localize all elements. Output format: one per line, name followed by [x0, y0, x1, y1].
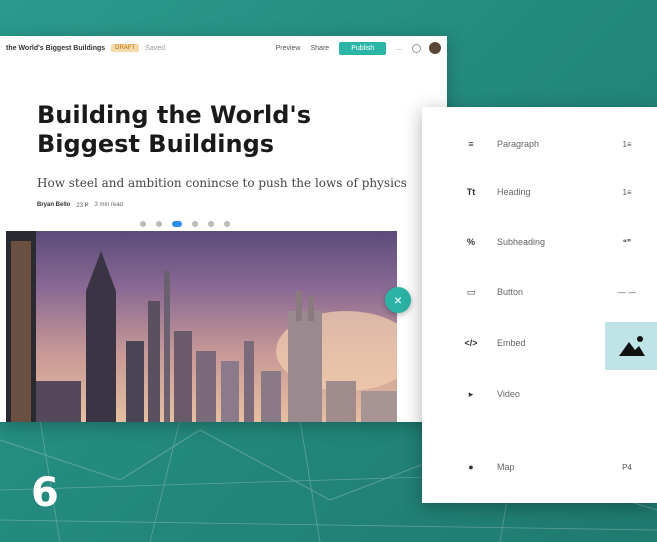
block-button[interactable]: ▭ Button — — — [422, 270, 657, 314]
more-menu[interactable]: ... — [396, 45, 402, 52]
block-label: Paragraph — [497, 139, 540, 149]
share-link[interactable]: Share — [311, 45, 330, 52]
step-number: 6 — [31, 470, 59, 516]
quote-icon[interactable]: ❝❞ — [617, 238, 637, 247]
divider-icon[interactable]: — — — [617, 288, 637, 297]
block-label: Subheading — [497, 237, 546, 247]
article-title[interactable]: Building the World's Biggest Buildings — [37, 101, 311, 159]
block-paragraph[interactable]: ≡ Paragraph 1≡ — [422, 122, 657, 166]
play-icon: ▸ — [468, 388, 474, 399]
block-map[interactable]: ● Map P4 — [422, 445, 657, 489]
status-badge: DRAFT — [111, 44, 140, 52]
map-pin-icon: ● — [468, 462, 474, 472]
avatar[interactable] — [429, 42, 441, 54]
byline-date: 23 ₽ — [76, 203, 89, 209]
block-embed[interactable]: </> Embed — [422, 321, 657, 365]
numbered-list-icon[interactable]: 1≡ — [617, 140, 637, 149]
crop-icon[interactable] — [208, 221, 214, 227]
align-center-icon[interactable] — [156, 221, 162, 227]
code-icon: </> — [464, 338, 478, 348]
list-icon[interactable]: 1≡ — [617, 188, 637, 197]
insert-block-panel: ≡ Paragraph 1≡ Tt Heading 1≡ % Subheadin… — [422, 107, 657, 503]
button-icon: ▭ — [466, 286, 476, 297]
block-video[interactable]: ▸ Video — [422, 372, 657, 416]
block-label: Embed — [497, 338, 526, 348]
p4-icon[interactable]: P4 — [617, 463, 637, 472]
close-button[interactable]: × — [385, 287, 411, 313]
skyline-illustration — [6, 231, 397, 422]
image-toolbar — [140, 221, 230, 227]
title-line-1: Building the World's — [37, 101, 312, 129]
align-full-icon[interactable] — [192, 221, 198, 227]
block-label: Video — [497, 389, 520, 399]
publish-button[interactable]: Publish — [339, 41, 387, 55]
block-label: Heading — [497, 187, 531, 197]
block-label: Button — [497, 287, 524, 297]
byline: Bryan Bello 23 ₽ 3 min read — [37, 202, 123, 209]
preview-link[interactable]: Preview — [276, 45, 301, 52]
paragraph-icon: ≡ — [468, 139, 474, 149]
delete-icon[interactable] — [224, 221, 230, 227]
subheading-icon: % — [466, 237, 475, 247]
byline-read: 3 min read — [94, 202, 123, 208]
block-label: Map — [497, 462, 515, 472]
hero-image-skyline[interactable] — [6, 231, 397, 422]
doc-title: the World's Biggest Buildings — [6, 44, 106, 52]
block-subheading[interactable]: % Subheading ❝❞ — [422, 220, 657, 264]
help-icon[interactable] — [412, 43, 421, 53]
title-line-2: Biggest Buildings — [37, 130, 275, 158]
editor-topbar: the World's Biggest Buildings DRAFT Save… — [0, 36, 447, 60]
author-name: Bryan Bello — [37, 202, 71, 208]
save-status: Saved — [145, 44, 166, 52]
block-heading[interactable]: Tt Heading 1≡ — [422, 170, 657, 214]
align-left-icon[interactable] — [140, 221, 146, 227]
align-wide-icon[interactable] — [172, 221, 182, 227]
heading-icon: Tt — [466, 187, 476, 197]
article-subtitle[interactable]: How steel and ambition conincse to push … — [37, 176, 407, 190]
